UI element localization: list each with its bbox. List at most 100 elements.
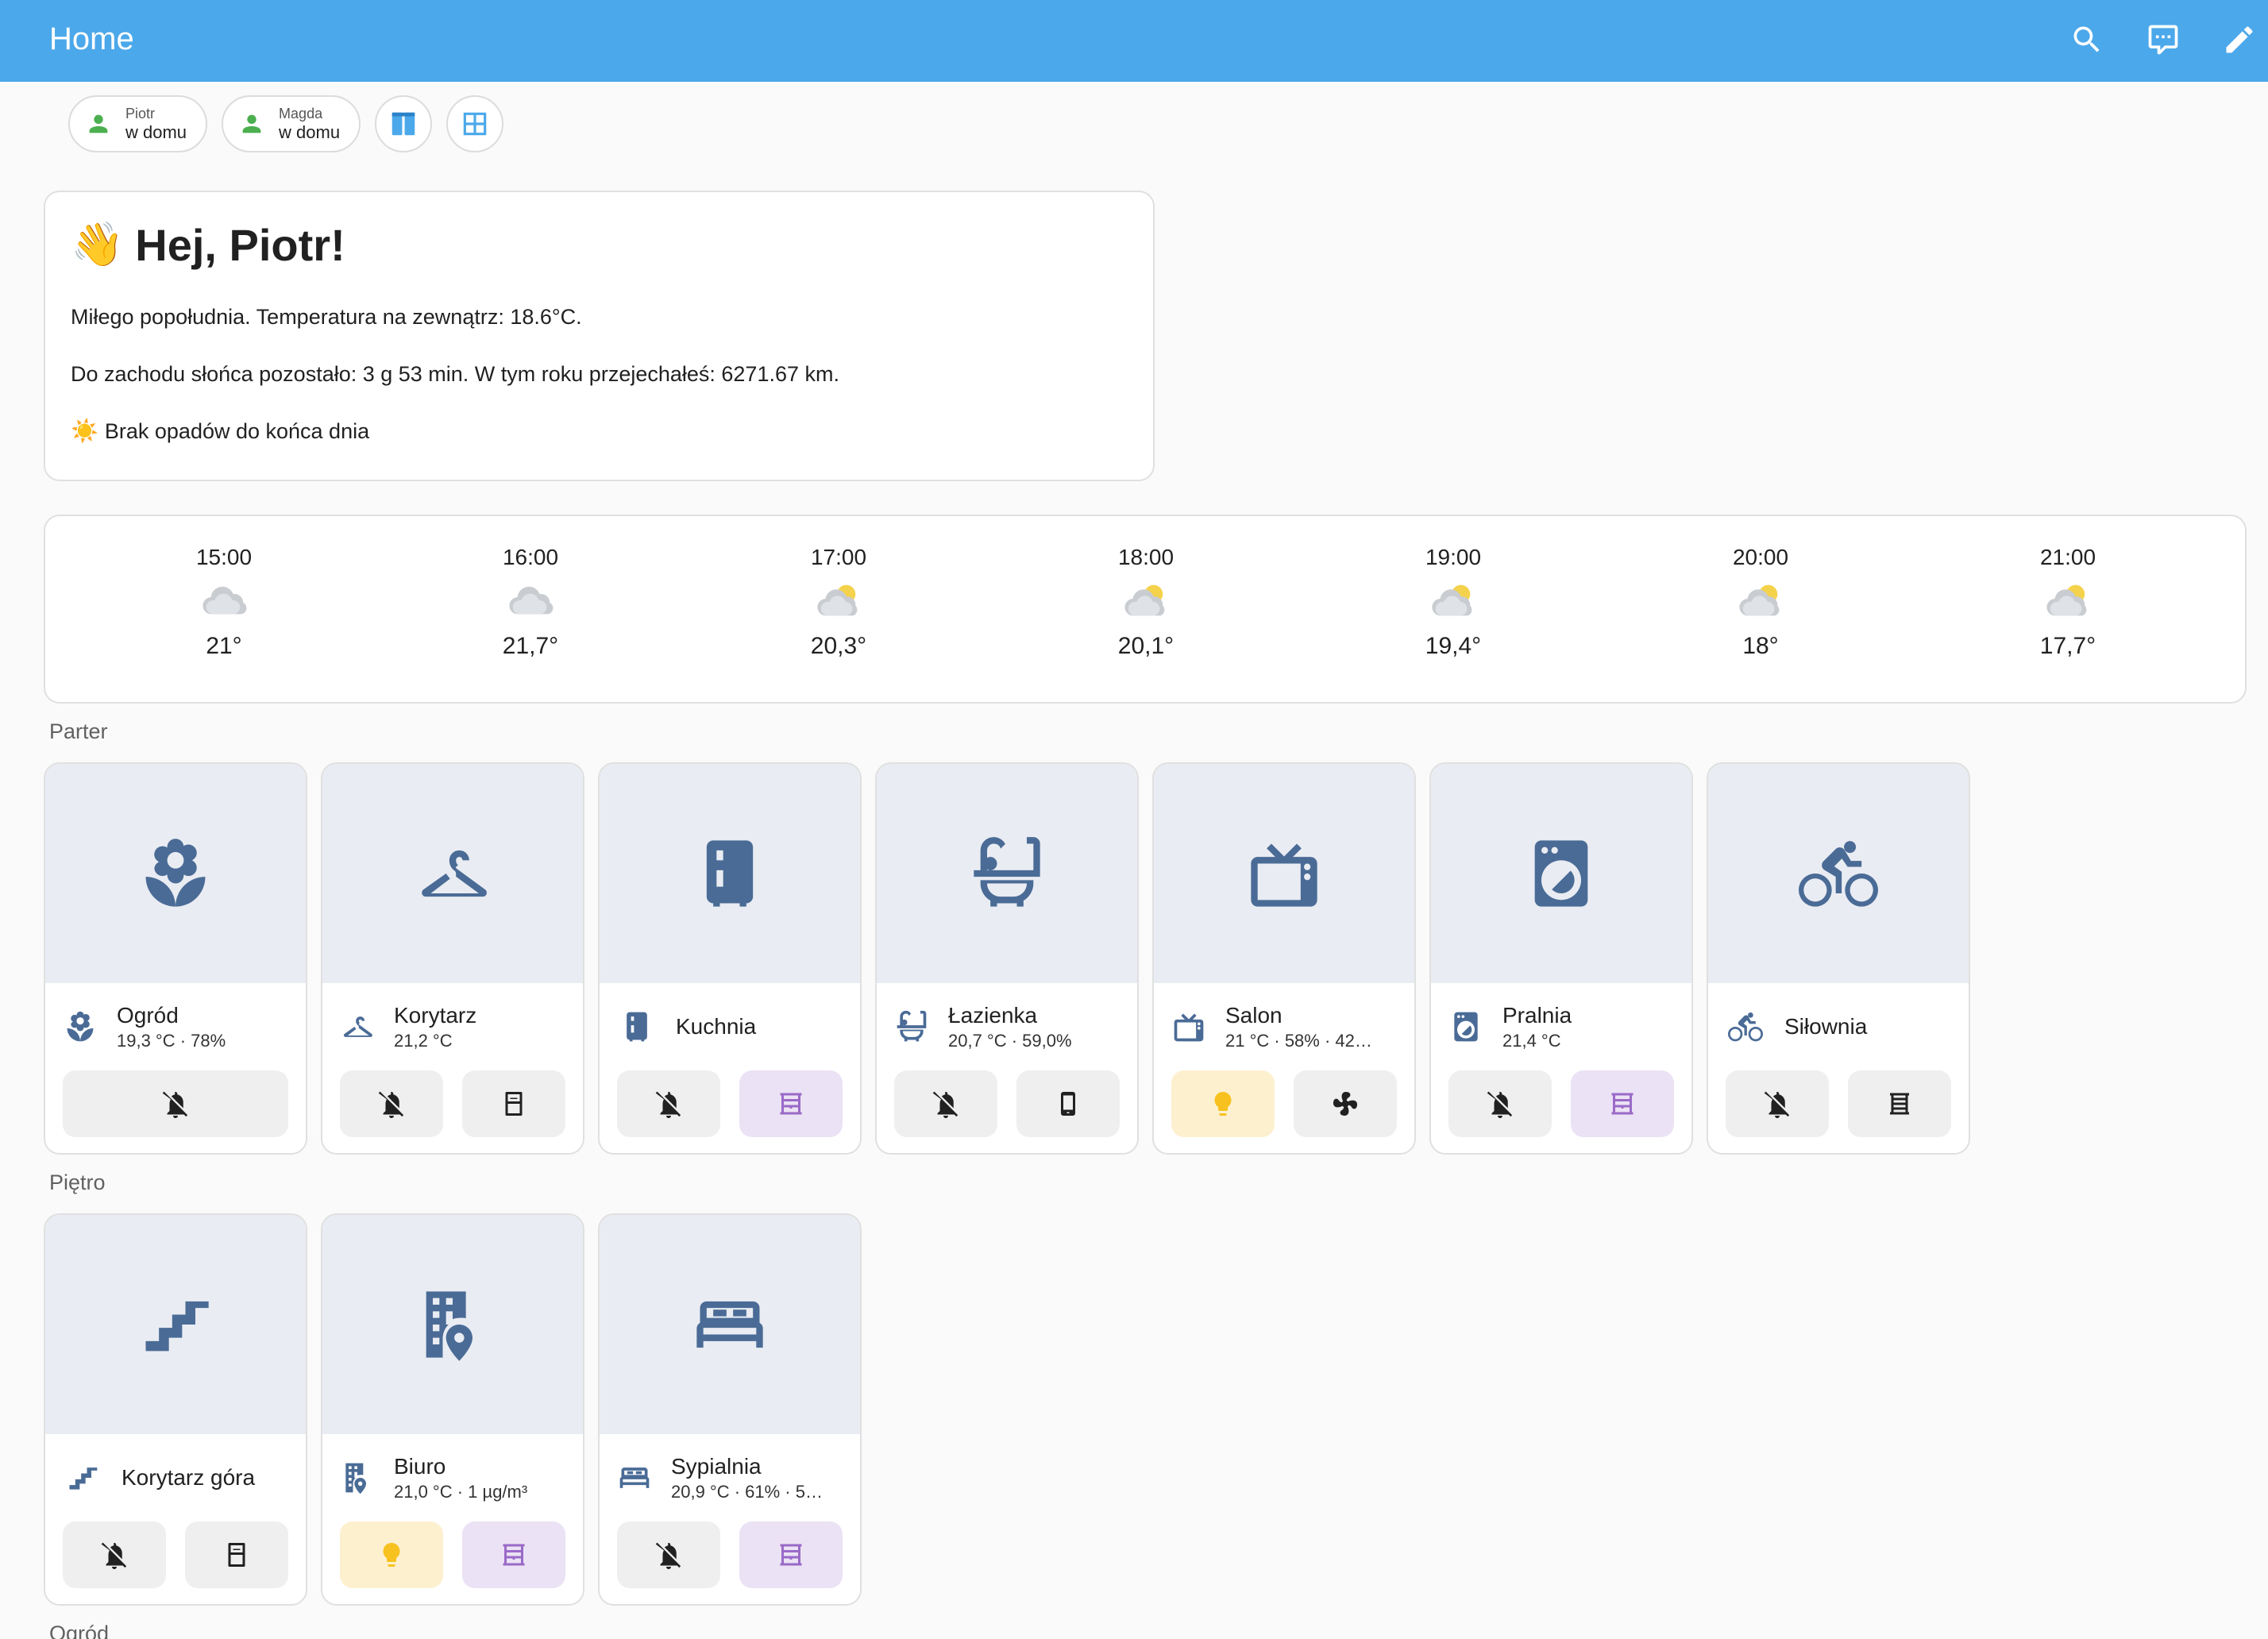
edit-pencil-icon[interactable]: [2217, 17, 2262, 62]
fan-button[interactable]: [1294, 1070, 1397, 1137]
assist-chat-icon[interactable]: [2141, 17, 2185, 62]
area-name: Sypialnia: [671, 1454, 762, 1479]
alarm-off-icon: [654, 1089, 683, 1118]
bicycle-icon: [1708, 764, 1969, 983]
door-icon: [499, 1089, 528, 1118]
area-card-pralnia[interactable]: Pralnia 21,4 °C: [1429, 762, 1693, 1155]
area-card-lazienka[interactable]: Łazienka 20,7 °C · 59,0%: [875, 762, 1139, 1155]
stairs-icon: [45, 1215, 306, 1434]
alarm-off-icon: [1763, 1089, 1792, 1118]
partly-cloudy-icon: [1988, 572, 2147, 627]
light-button[interactable]: [1171, 1070, 1275, 1137]
greeting-line-sunset: Do zachodu słońca pozostało: 3 g 53 min.…: [71, 362, 839, 386]
blinds-icon: [777, 1541, 805, 1569]
forecast-time: 15:00: [195, 545, 253, 569]
area-card-korytarz-gora[interactable]: Korytarz góra: [44, 1213, 307, 1606]
person-badge-magda[interactable]: Magda w domu: [222, 95, 361, 152]
partly-cloudy-icon: [1374, 572, 1533, 627]
alarm-off-button[interactable]: [1448, 1070, 1552, 1137]
area-card-ogrod[interactable]: Ogród 19,3 °C · 78%: [44, 762, 307, 1155]
alarm-off-button[interactable]: [340, 1070, 443, 1137]
cloudy-icon: [451, 572, 610, 627]
section-heading-pietro: Piętro: [49, 1170, 106, 1194]
bed-icon: [617, 1458, 652, 1498]
alarm-off-button[interactable]: [63, 1521, 166, 1588]
person-state: w domu: [125, 121, 187, 142]
alarm-off-button[interactable]: [63, 1070, 288, 1137]
greeting-title: Hej, Piotr!: [135, 220, 345, 270]
forecast-hour: 19:00 19,4°: [1374, 543, 1533, 662]
alarm-off-icon: [100, 1541, 129, 1569]
partly-cloudy-icon: [1681, 572, 1840, 627]
partly-cloudy-icon: [759, 572, 918, 627]
blinds-button[interactable]: [1848, 1070, 1951, 1137]
section-heading-parter: Parter: [49, 719, 108, 743]
person-icon: [83, 108, 114, 140]
hourly-forecast-card[interactable]: 15:00 21° 16:00 21,7° 17:00 20,3° 18:00 …: [44, 515, 2247, 704]
tv-icon: [1171, 1007, 1206, 1047]
area-stats: 21,4 °C: [1502, 1031, 1561, 1051]
forecast-temp: 19,4°: [1425, 633, 1482, 659]
forecast-time: 19:00: [1425, 545, 1482, 569]
light-button[interactable]: [340, 1521, 443, 1588]
area-name: Kuchnia: [676, 1014, 757, 1039]
alarm-off-icon: [932, 1089, 960, 1118]
grid-view-chip[interactable]: [446, 95, 504, 152]
area-name: Pralnia: [1502, 1003, 1572, 1028]
blinds-button[interactable]: [462, 1521, 565, 1588]
area-card-sypialnia[interactable]: Sypialnia 20,9 °C · 61% · 5…: [598, 1213, 862, 1606]
waving-hand-icon: 👋: [71, 221, 125, 268]
blinds-button[interactable]: [739, 1521, 843, 1588]
washing-machine-icon: [1448, 1007, 1483, 1047]
lightbulb-icon: [377, 1541, 406, 1569]
person-name: Piotr: [125, 106, 156, 121]
cloudy-icon: [145, 572, 303, 627]
rain-forecast-text: Brak opadów do końca dnia: [104, 419, 370, 443]
bed-icon: [600, 1215, 860, 1434]
area-card-salon[interactable]: Salon 21 °C · 58% · 42…: [1152, 762, 1416, 1155]
area-name: Ogród: [117, 1003, 179, 1028]
alarm-off-button[interactable]: [617, 1521, 720, 1588]
person-icon: [236, 108, 268, 140]
area-stats: 20,7 °C · 59,0%: [948, 1031, 1072, 1051]
flower-icon: [45, 764, 306, 983]
search-icon[interactable]: [2065, 17, 2109, 62]
area-card-biuro[interactable]: Biuro 21,0 °C · 1 µg/m³: [321, 1213, 584, 1606]
area-name: Biuro: [394, 1454, 446, 1479]
area-card-korytarz[interactable]: Korytarz 21,2 °C: [321, 762, 584, 1155]
area-name: Korytarz: [394, 1003, 477, 1028]
forecast-hour: 15:00 21°: [145, 543, 303, 662]
columns-view-chip[interactable]: [375, 95, 433, 152]
area-name: Łazienka: [948, 1003, 1038, 1028]
area-card-kuchnia[interactable]: Kuchnia: [598, 762, 862, 1155]
blinds-icon: [499, 1541, 528, 1569]
forecast-hour: 21:00 17,7°: [1988, 543, 2147, 662]
door-button[interactable]: [462, 1070, 565, 1137]
blinds-button[interactable]: [1571, 1070, 1674, 1137]
door-button[interactable]: [185, 1521, 288, 1588]
forecast-time: 16:00: [502, 545, 559, 569]
alarm-off-button[interactable]: [617, 1070, 720, 1137]
forecast-hour: 16:00 21,7°: [451, 543, 610, 662]
phone-button[interactable]: [1016, 1070, 1120, 1137]
alarm-off-icon: [654, 1541, 683, 1569]
area-stats: 21,0 °C · 1 µg/m³: [394, 1482, 528, 1502]
hanger-icon: [322, 764, 583, 983]
lightbulb-icon: [1209, 1089, 1237, 1118]
hanger-icon: [340, 1007, 375, 1047]
window-grid-icon: [463, 112, 487, 136]
area-stats: 20,9 °C · 61% · 5…: [671, 1482, 823, 1502]
fan-icon: [1331, 1089, 1360, 1118]
area-stats: 19,3 °C · 78%: [117, 1031, 226, 1051]
forecast-time: 18:00: [1117, 545, 1174, 569]
alarm-off-button[interactable]: [894, 1070, 997, 1137]
forecast-time: 17:00: [810, 545, 867, 569]
person-badge-piotr[interactable]: Piotr w domu: [68, 95, 208, 152]
area-card-silownia[interactable]: Siłownia: [1707, 762, 1970, 1155]
blinds-button[interactable]: [739, 1070, 843, 1137]
alarm-off-button[interactable]: [1726, 1070, 1829, 1137]
area-stats: 21,2 °C: [394, 1031, 453, 1051]
forecast-temp: 18°: [1742, 633, 1779, 659]
forecast-time: 20:00: [1732, 545, 1789, 569]
partly-cloudy-icon: [1066, 572, 1225, 627]
